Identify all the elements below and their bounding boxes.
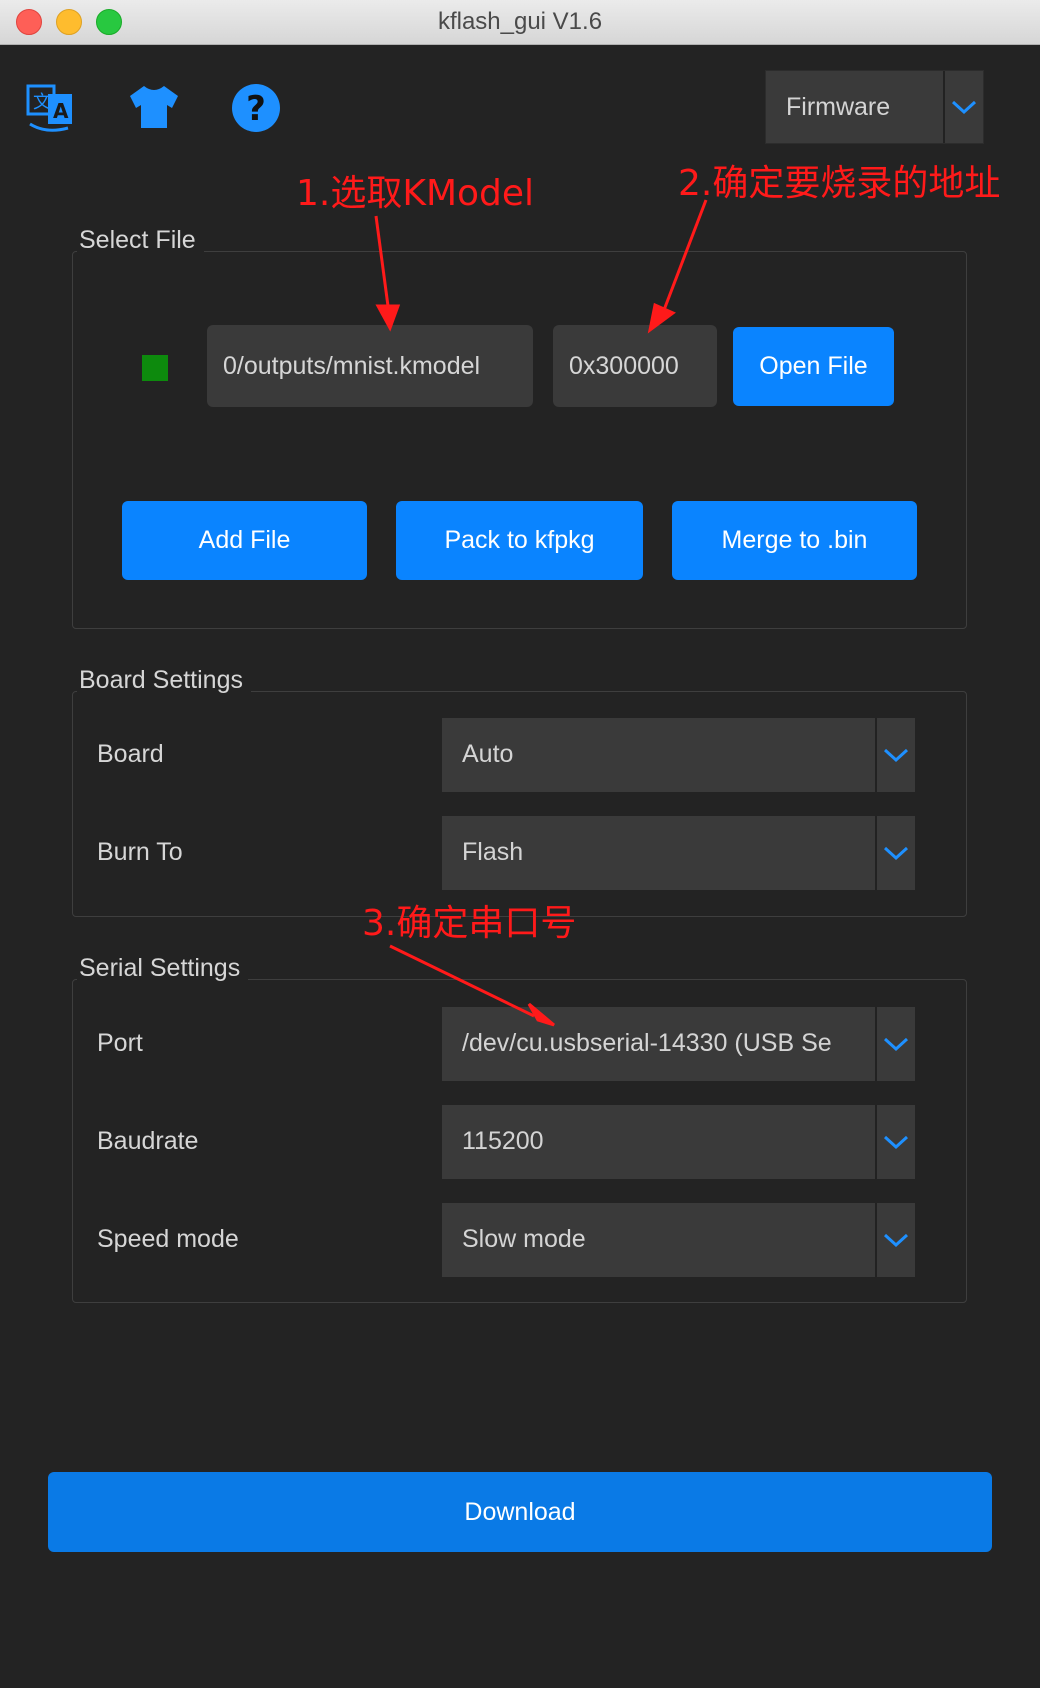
window-title: kflash_gui V1.6 — [437, 8, 603, 35]
baudrate-select-value: 115200 — [462, 1127, 544, 1155]
port-label: Port — [97, 1029, 143, 1057]
open-file-button[interactable]: Open File — [733, 327, 894, 406]
merge-bin-button[interactable]: Merge to .bin — [672, 501, 917, 580]
burn-to-select[interactable]: Flash — [442, 816, 915, 890]
burn-to-select-value: Flash — [462, 838, 524, 866]
address-input[interactable]: 0x300000 — [553, 325, 717, 407]
skin-icon[interactable] — [126, 80, 182, 136]
board-settings-group: Board Settings Board Auto Burn To Flash — [72, 666, 967, 917]
select-file-title: Select File — [77, 226, 204, 255]
download-button[interactable]: Download — [48, 1472, 992, 1552]
chevron-down-icon — [875, 1105, 915, 1179]
board-label: Board — [97, 740, 164, 768]
chevron-down-icon — [875, 718, 915, 792]
svg-text:?: ? — [246, 89, 266, 129]
add-file-button[interactable]: Add File — [122, 501, 367, 580]
speed-mode-label: Speed mode — [97, 1225, 239, 1253]
speed-mode-select-value: Slow mode — [462, 1225, 586, 1253]
pack-kfpkg-button[interactable]: Pack to kfpkg — [396, 501, 643, 580]
translate-icon[interactable]: 文 A — [24, 80, 80, 136]
annotation-step1: 1.选取KModel — [296, 173, 535, 214]
speed-mode-select[interactable]: Slow mode — [442, 1203, 915, 1277]
status-indicator — [142, 355, 168, 381]
board-select[interactable]: Auto — [442, 718, 915, 792]
port-select[interactable]: /dev/cu.usbserial-14330 (USB Se — [442, 1007, 915, 1081]
board-settings-title: Board Settings — [77, 666, 251, 695]
mode-select[interactable]: Firmware — [765, 70, 984, 144]
annotation-step3: 3.确定串口号 — [362, 903, 577, 944]
svg-text:A: A — [53, 99, 69, 123]
title-bar: kflash_gui V1.6 — [0, 0, 1040, 45]
serial-settings-group: Serial Settings Port /dev/cu.usbserial-1… — [72, 954, 967, 1303]
select-file-group: Select File 0/outputs/mnist.kmodel 0x300… — [72, 226, 967, 629]
mode-select-value: Firmware — [786, 93, 891, 121]
board-select-value: Auto — [462, 740, 514, 768]
port-select-value: /dev/cu.usbserial-14330 (USB Se — [462, 1029, 832, 1057]
chevron-down-icon — [875, 1203, 915, 1277]
annotation-step2: 2.确定要烧录的地址 — [678, 163, 1001, 204]
file-path-input[interactable]: 0/outputs/mnist.kmodel — [207, 325, 533, 407]
burn-to-label: Burn To — [97, 838, 183, 866]
chevron-down-icon — [875, 1007, 915, 1081]
baudrate-label: Baudrate — [97, 1127, 199, 1155]
serial-settings-title: Serial Settings — [77, 954, 249, 983]
help-icon[interactable]: ? — [228, 80, 284, 136]
chevron-down-icon — [875, 816, 915, 890]
baudrate-select[interactable]: 115200 — [442, 1105, 915, 1179]
chevron-down-icon — [943, 71, 983, 143]
